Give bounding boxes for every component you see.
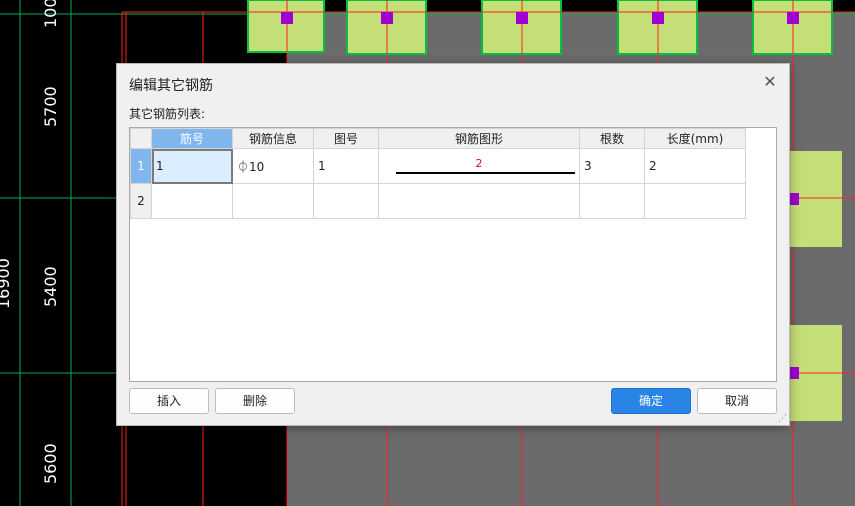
cell-shape[interactable] (378, 183, 580, 219)
dialog-title: 编辑其它钢筋 (129, 78, 213, 94)
column-header-bar-info[interactable]: 钢筋信息 (232, 128, 314, 149)
node-marker (281, 12, 293, 24)
dimension-label: 5700 (41, 86, 60, 127)
rebar-table: 筋号 钢筋信息 图号 钢筋图形 根数 长度(mm) 1 1 ⏀10 1 2 3 … (130, 128, 746, 219)
shape-segment-line (396, 172, 575, 174)
node-marker (787, 12, 799, 24)
cell-bar-no[interactable] (151, 183, 233, 219)
rebar-grid[interactable]: 筋号 钢筋信息 图号 钢筋图形 根数 长度(mm) 1 1 ⏀10 1 2 3 … (129, 127, 777, 382)
node-marker (381, 12, 393, 24)
rebar-shape-drawing: 2 (379, 149, 579, 183)
row-header[interactable]: 1 (130, 148, 152, 184)
cell-figure-no[interactable]: 1 (313, 148, 379, 184)
table-row: 1 1 ⏀10 1 2 3 2 (130, 148, 746, 184)
delete-button[interactable]: 删除 (215, 388, 295, 414)
edit-other-rebar-dialog: 编辑其它钢筋 ✕ 其它钢筋列表: 筋号 钢筋信息 图号 钢筋图形 根数 长度(m… (116, 63, 790, 426)
column-header-length[interactable]: 长度(mm) (644, 128, 746, 149)
ok-button[interactable]: 确定 (611, 388, 691, 414)
cell-bar-info[interactable] (232, 183, 314, 219)
cell-count[interactable]: 3 (579, 148, 645, 184)
dimension-label: 16900 (0, 258, 13, 309)
cell-figure-no[interactable] (313, 183, 379, 219)
column-header-bar-no[interactable]: 筋号 (151, 128, 233, 149)
cell-count[interactable] (579, 183, 645, 219)
corner-header[interactable] (130, 128, 152, 149)
cell-bar-no[interactable]: 1 (151, 148, 233, 184)
close-icon[interactable]: ✕ (761, 73, 779, 91)
column-header-shape[interactable]: 钢筋图形 (378, 128, 580, 149)
cell-length[interactable]: 2 (644, 148, 746, 184)
cancel-button[interactable]: 取消 (697, 388, 777, 414)
table-header-row: 筋号 钢筋信息 图号 钢筋图形 根数 长度(mm) (130, 128, 746, 149)
cell-length[interactable] (644, 183, 746, 219)
column-header-figure-no[interactable]: 图号 (313, 128, 379, 149)
resize-grip-icon[interactable]: ⋰ (778, 414, 787, 424)
row-header[interactable]: 2 (130, 183, 152, 219)
table-row: 2 (130, 183, 746, 219)
dimension-label: 5400 (41, 266, 60, 307)
shape-segment-value: 2 (475, 157, 483, 170)
rebar-list-label: 其它钢筋列表: (129, 107, 206, 121)
node-marker (652, 12, 664, 24)
column-marker[interactable] (247, 0, 325, 53)
dimension-label: 5600 (41, 443, 60, 484)
insert-button[interactable]: 插入 (129, 388, 209, 414)
node-marker (516, 12, 528, 24)
cell-shape[interactable]: 2 (378, 148, 580, 184)
dimension-label: 100 (41, 0, 60, 28)
column-header-count[interactable]: 根数 (579, 128, 645, 149)
cell-bar-info[interactable]: ⏀10 (232, 148, 314, 184)
